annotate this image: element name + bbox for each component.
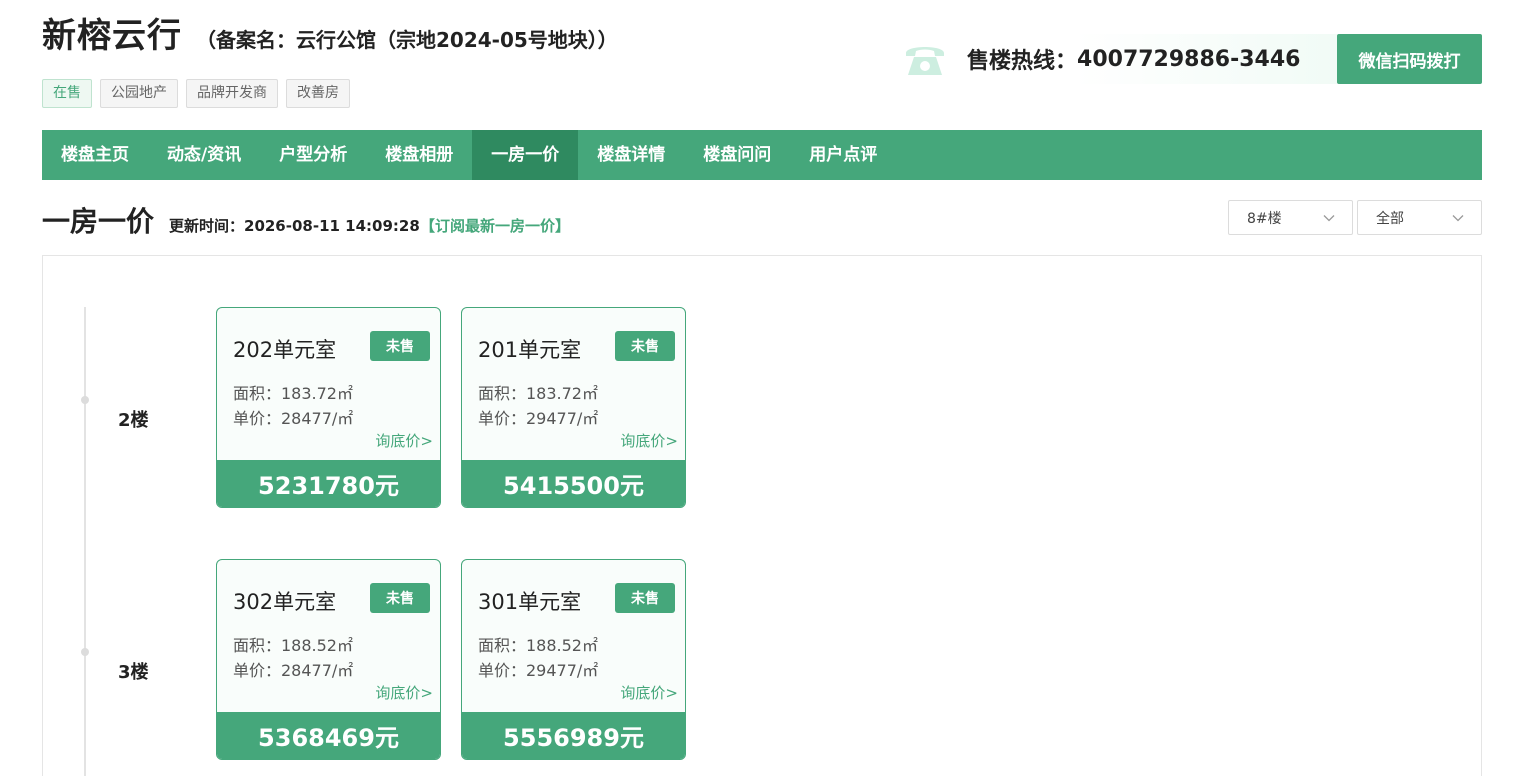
ask-price-link[interactable]: 询底价> [620, 430, 678, 451]
floor-timeline [84, 307, 86, 776]
building-select[interactable]: 8#楼 [1228, 200, 1353, 235]
unit-card-301[interactable]: 301单元室 未售 面积：188.52㎡ 单价：29477/㎡ 询底价> 555… [461, 559, 686, 760]
unit-price: 单价：29477/㎡ [478, 661, 599, 680]
ask-price-link[interactable]: 询底价> [620, 682, 678, 703]
hotline-number[interactable]: 4007729886-3446 [1077, 47, 1300, 72]
status-badge: 未售 [615, 331, 675, 361]
tag-on-sale: 在售 [42, 79, 92, 108]
update-time: 更新时间：2026-08-11 14:09:28 [169, 217, 420, 235]
page-title: 新榕云行 [42, 16, 182, 56]
unit-area: 面积：188.52㎡ [233, 636, 353, 655]
wechat-call-button[interactable]: 微信扫码拨打 [1337, 34, 1482, 84]
main-nav: 楼盘主页 动态/资讯 户型分析 楼盘相册 一房一价 楼盘详情 楼盘问问 用户点评 [42, 130, 1482, 180]
timeline-dot [81, 648, 89, 656]
total-price: 5415500元 [462, 460, 685, 507]
unit-price: 单价：28477/㎡ [233, 661, 354, 680]
status-select-value: 全部 [1376, 210, 1404, 227]
unit-card-201[interactable]: 201单元室 未售 面积：183.72㎡ 单价：29477/㎡ 询底价> 541… [461, 307, 686, 508]
section-title: 一房一价 [42, 205, 155, 238]
unit-area: 面积：183.72㎡ [478, 384, 598, 403]
sales-hotline: 售楼热线： 4007729886-3446 [900, 34, 1337, 84]
building-select-value: 8#楼 [1247, 210, 1282, 227]
tag-park: 公园地产 [100, 79, 178, 108]
total-price: 5231780元 [217, 460, 440, 507]
phone-icon [900, 34, 950, 84]
tag-upgrade-home: 改善房 [286, 79, 350, 108]
tab-unit-prices[interactable]: 一房一价 [472, 130, 579, 180]
unit-name: 302单元室 [233, 590, 337, 614]
floor-label-2: 2楼 [118, 410, 149, 431]
hotline-label: 售楼热线： [967, 49, 1078, 74]
registered-name: （备案名：云行公馆（宗地2024-05号地块）） [196, 28, 618, 52]
ask-price-link[interactable]: 询底价> [375, 430, 433, 451]
tab-details[interactable]: 楼盘详情 [578, 130, 684, 180]
unit-name: 201单元室 [478, 338, 582, 362]
total-price: 5368469元 [217, 712, 440, 759]
unit-area: 面积：183.72㎡ [233, 384, 353, 403]
chevron-down-icon [1322, 211, 1336, 229]
status-select[interactable]: 全部 [1357, 200, 1482, 235]
status-badge: 未售 [615, 583, 675, 613]
unit-card-202[interactable]: 202单元室 未售 面积：183.72㎡ 单价：28477/㎡ 询底价> 523… [216, 307, 441, 508]
chevron-down-icon [1451, 211, 1465, 229]
unit-name: 301单元室 [478, 590, 582, 614]
tab-home[interactable]: 楼盘主页 [42, 130, 148, 180]
unit-price: 单价：29477/㎡ [478, 409, 599, 428]
unit-price: 单价：28477/㎡ [233, 409, 354, 428]
title-row: 新榕云行 （备案名：云行公馆（宗地2024-05号地块）） [42, 8, 618, 57]
tab-album[interactable]: 楼盘相册 [366, 130, 472, 180]
unit-card-302[interactable]: 302单元室 未售 面积：188.52㎡ 单价：28477/㎡ 询底价> 536… [216, 559, 441, 760]
total-price: 5556989元 [462, 712, 685, 759]
floor-label-3: 3楼 [118, 662, 149, 683]
ask-price-link[interactable]: 询底价> [375, 682, 433, 703]
tag-brand-developer: 品牌开发商 [186, 79, 278, 108]
tab-reviews[interactable]: 用户点评 [790, 130, 896, 180]
tab-news[interactable]: 动态/资讯 [148, 130, 260, 180]
status-badge: 未售 [370, 331, 430, 361]
tab-qa[interactable]: 楼盘问问 [684, 130, 790, 180]
timeline-dot [81, 396, 89, 404]
tag-list: 在售 公园地产 品牌开发商 改善房 [42, 79, 350, 108]
tab-floorplans[interactable]: 户型分析 [260, 130, 366, 180]
subscribe-link[interactable]: 【订阅最新一房一价】 [420, 215, 570, 236]
unit-area: 面积：188.52㎡ [478, 636, 598, 655]
unit-name: 202单元室 [233, 338, 337, 362]
status-badge: 未售 [370, 583, 430, 613]
